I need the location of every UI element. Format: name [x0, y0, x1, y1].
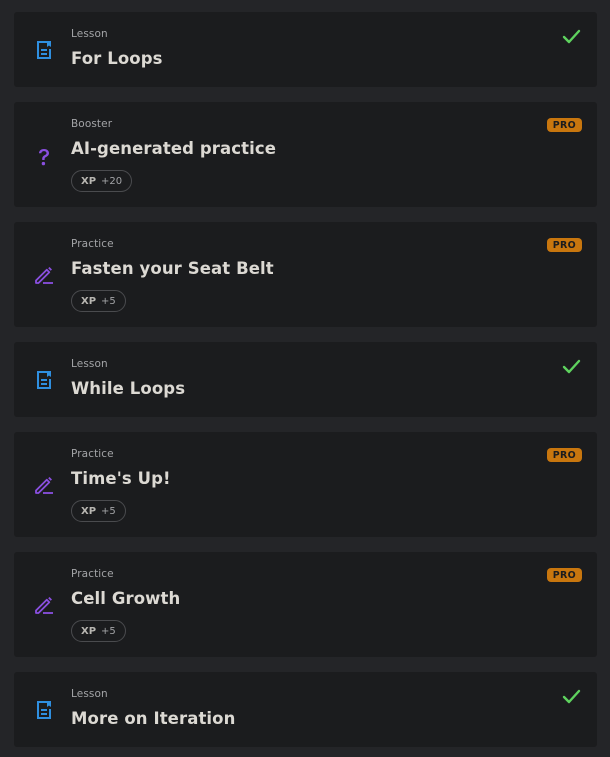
- item-kind: Practice: [71, 448, 114, 460]
- list-item-more-on-iteration[interactable]: Lesson More on Iteration: [14, 672, 597, 747]
- xp-value: +5: [101, 505, 116, 517]
- pro-badge: PRO: [546, 448, 582, 462]
- checkmark-icon: [562, 689, 581, 704]
- list-item-fasten-your-seat-belt[interactable]: Practice Fasten your Seat Belt XP +5 PRO: [14, 222, 597, 327]
- xp-label: XP: [81, 625, 97, 637]
- xp-value: +5: [101, 295, 116, 307]
- item-title: More on Iteration: [71, 709, 236, 728]
- item-kind: Lesson: [71, 28, 108, 40]
- pencil-icon: [32, 593, 56, 617]
- item-kind: Practice: [71, 238, 114, 250]
- item-kind: Booster: [71, 118, 113, 130]
- xp-label: XP: [81, 175, 97, 187]
- xp-badge: XP +5: [71, 620, 126, 642]
- list-item-times-up[interactable]: Practice Time's Up! XP +5 PRO: [14, 432, 597, 537]
- xp-badge: XP +5: [71, 290, 126, 312]
- pencil-icon: [32, 263, 56, 287]
- pro-badge: PRO: [546, 118, 582, 132]
- pro-badge: PRO: [546, 238, 582, 252]
- list-item-cell-growth[interactable]: Practice Cell Growth XP +5 PRO: [14, 552, 597, 657]
- item-kind: Practice: [71, 568, 114, 580]
- pro-badge: PRO: [546, 568, 582, 582]
- xp-value: +20: [101, 175, 123, 187]
- item-title: Cell Growth: [71, 589, 181, 608]
- list-item-ai-generated-practice[interactable]: Booster AI-generated practice XP +20 PRO: [14, 102, 597, 207]
- item-title: Time's Up!: [71, 469, 171, 488]
- list-item-while-loops[interactable]: Lesson While Loops: [14, 342, 597, 417]
- xp-badge: XP +5: [71, 500, 126, 522]
- item-kind: Lesson: [71, 358, 108, 370]
- checkmark-icon: [562, 29, 581, 44]
- xp-label: XP: [81, 505, 97, 517]
- xp-value: +5: [101, 625, 116, 637]
- xp-badge: XP +20: [71, 170, 133, 192]
- item-title: For Loops: [71, 49, 163, 68]
- item-title: While Loops: [71, 379, 186, 398]
- question-mark-icon: [32, 145, 56, 169]
- item-title: Fasten your Seat Belt: [71, 259, 274, 278]
- lesson-doc-icon: [32, 38, 56, 62]
- item-kind: Lesson: [71, 688, 108, 700]
- item-title: AI-generated practice: [71, 139, 277, 158]
- lesson-doc-icon: [32, 368, 56, 392]
- lesson-doc-icon: [32, 698, 56, 722]
- pencil-icon: [32, 473, 56, 497]
- xp-label: XP: [81, 295, 97, 307]
- lesson-list: Lesson For Loops Booster AI-generated pr…: [0, 0, 610, 757]
- list-item-for-loops[interactable]: Lesson For Loops: [14, 12, 597, 87]
- checkmark-icon: [562, 359, 581, 374]
